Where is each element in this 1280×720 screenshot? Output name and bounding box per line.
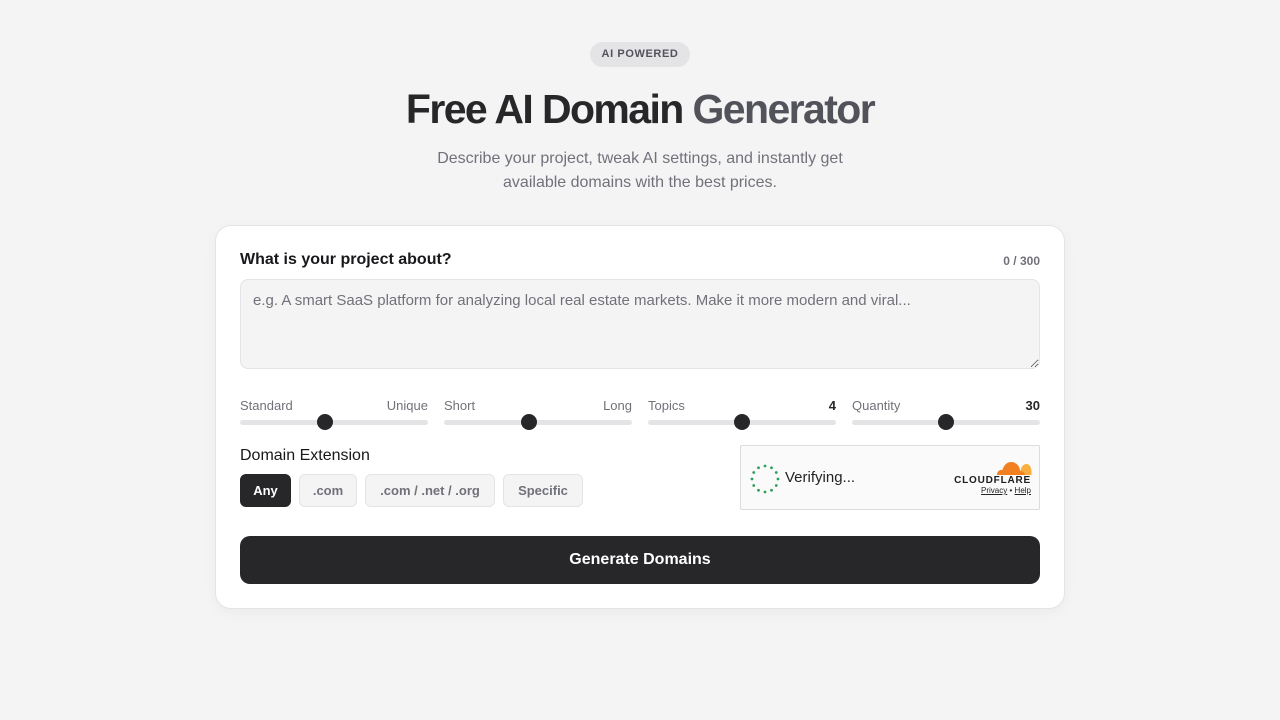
character-counter: 0 / 300 bbox=[1003, 254, 1040, 268]
uniqueness-slider: Standard Unique bbox=[240, 396, 428, 430]
cloudflare-wordmark: CLOUDFLARE bbox=[954, 475, 1031, 486]
project-description-label: What is your project about? bbox=[240, 251, 452, 268]
cloudflare-turnstile-widget[interactable]: Verifying... CLOUDFLARE Privacy • Help bbox=[740, 445, 1040, 510]
spinner-dot bbox=[776, 477, 780, 481]
captcha-status-text: Verifying... bbox=[785, 469, 856, 486]
spinner-dot bbox=[763, 464, 767, 468]
length-slider-track[interactable] bbox=[444, 414, 632, 430]
length-slider-max-label: Long bbox=[603, 398, 632, 413]
project-description-input[interactable] bbox=[240, 279, 1040, 369]
spinner-dot bbox=[770, 488, 773, 492]
quantity-slider: Quantity 30 bbox=[852, 396, 1040, 430]
topics-slider-thumb[interactable] bbox=[734, 414, 750, 430]
uniqueness-slider-max-label: Unique bbox=[386, 398, 428, 413]
length-slider-min-label: Short bbox=[444, 398, 476, 413]
page-title: Free AI Domain Generator bbox=[0, 84, 1280, 134]
quantity-slider-label: Quantity bbox=[852, 398, 901, 413]
quantity-slider-value: 30 bbox=[1025, 398, 1040, 413]
extension-com-net-org-button[interactable]: .com / .net / .org bbox=[365, 474, 495, 507]
loading-spinner-icon bbox=[750, 464, 780, 494]
cloudflare-cloud-icon bbox=[997, 461, 1032, 475]
captcha-help-link[interactable]: Help bbox=[1015, 486, 1031, 495]
captcha-links-separator: • bbox=[1009, 486, 1013, 495]
page-subtitle: Describe your project, tweak AI settings… bbox=[437, 150, 843, 191]
topics-slider: Topics 4 bbox=[648, 396, 836, 430]
length-slider-thumb[interactable] bbox=[520, 414, 537, 430]
length-slider: Short Long bbox=[444, 396, 632, 430]
extension-com-button[interactable]: .com bbox=[299, 474, 357, 507]
uniqueness-slider-min-label: Standard bbox=[240, 398, 293, 413]
topics-slider-label: Topics bbox=[648, 398, 685, 413]
spinner-dot bbox=[750, 477, 754, 481]
topics-slider-track[interactable] bbox=[648, 414, 836, 430]
spinner-dot bbox=[774, 484, 778, 487]
spinner-dot bbox=[770, 466, 773, 470]
generator-form-card: What is your project about? 0 / 300 Stan… bbox=[215, 225, 1065, 609]
page-title-part1: Free AI Domain bbox=[405, 86, 684, 132]
page-title-part2: Generator bbox=[692, 86, 876, 132]
quantity-slider-track[interactable] bbox=[852, 414, 1040, 430]
spinner-dot bbox=[774, 471, 778, 474]
topics-slider-value: 4 bbox=[828, 398, 836, 413]
quantity-slider-thumb[interactable] bbox=[938, 414, 954, 430]
extension-specific-button[interactable]: Specific bbox=[503, 474, 583, 507]
spinner-dot bbox=[752, 484, 756, 487]
captcha-links: Privacy • Help bbox=[981, 486, 1031, 495]
captcha-privacy-link[interactable]: Privacy bbox=[981, 486, 1007, 495]
spinner-dot bbox=[752, 471, 756, 474]
spinner-dot bbox=[757, 466, 760, 470]
ai-powered-badge: AI POWERED bbox=[590, 42, 690, 67]
generate-domains-button[interactable]: Generate Domains bbox=[240, 536, 1040, 584]
uniqueness-slider-track[interactable] bbox=[240, 414, 428, 430]
extension-any-button[interactable]: Any bbox=[240, 474, 291, 507]
uniqueness-slider-thumb[interactable] bbox=[316, 414, 333, 430]
spinner-dot bbox=[763, 490, 767, 494]
domain-extension-label: Domain Extension bbox=[240, 447, 370, 464]
spinner-dot bbox=[757, 488, 760, 492]
